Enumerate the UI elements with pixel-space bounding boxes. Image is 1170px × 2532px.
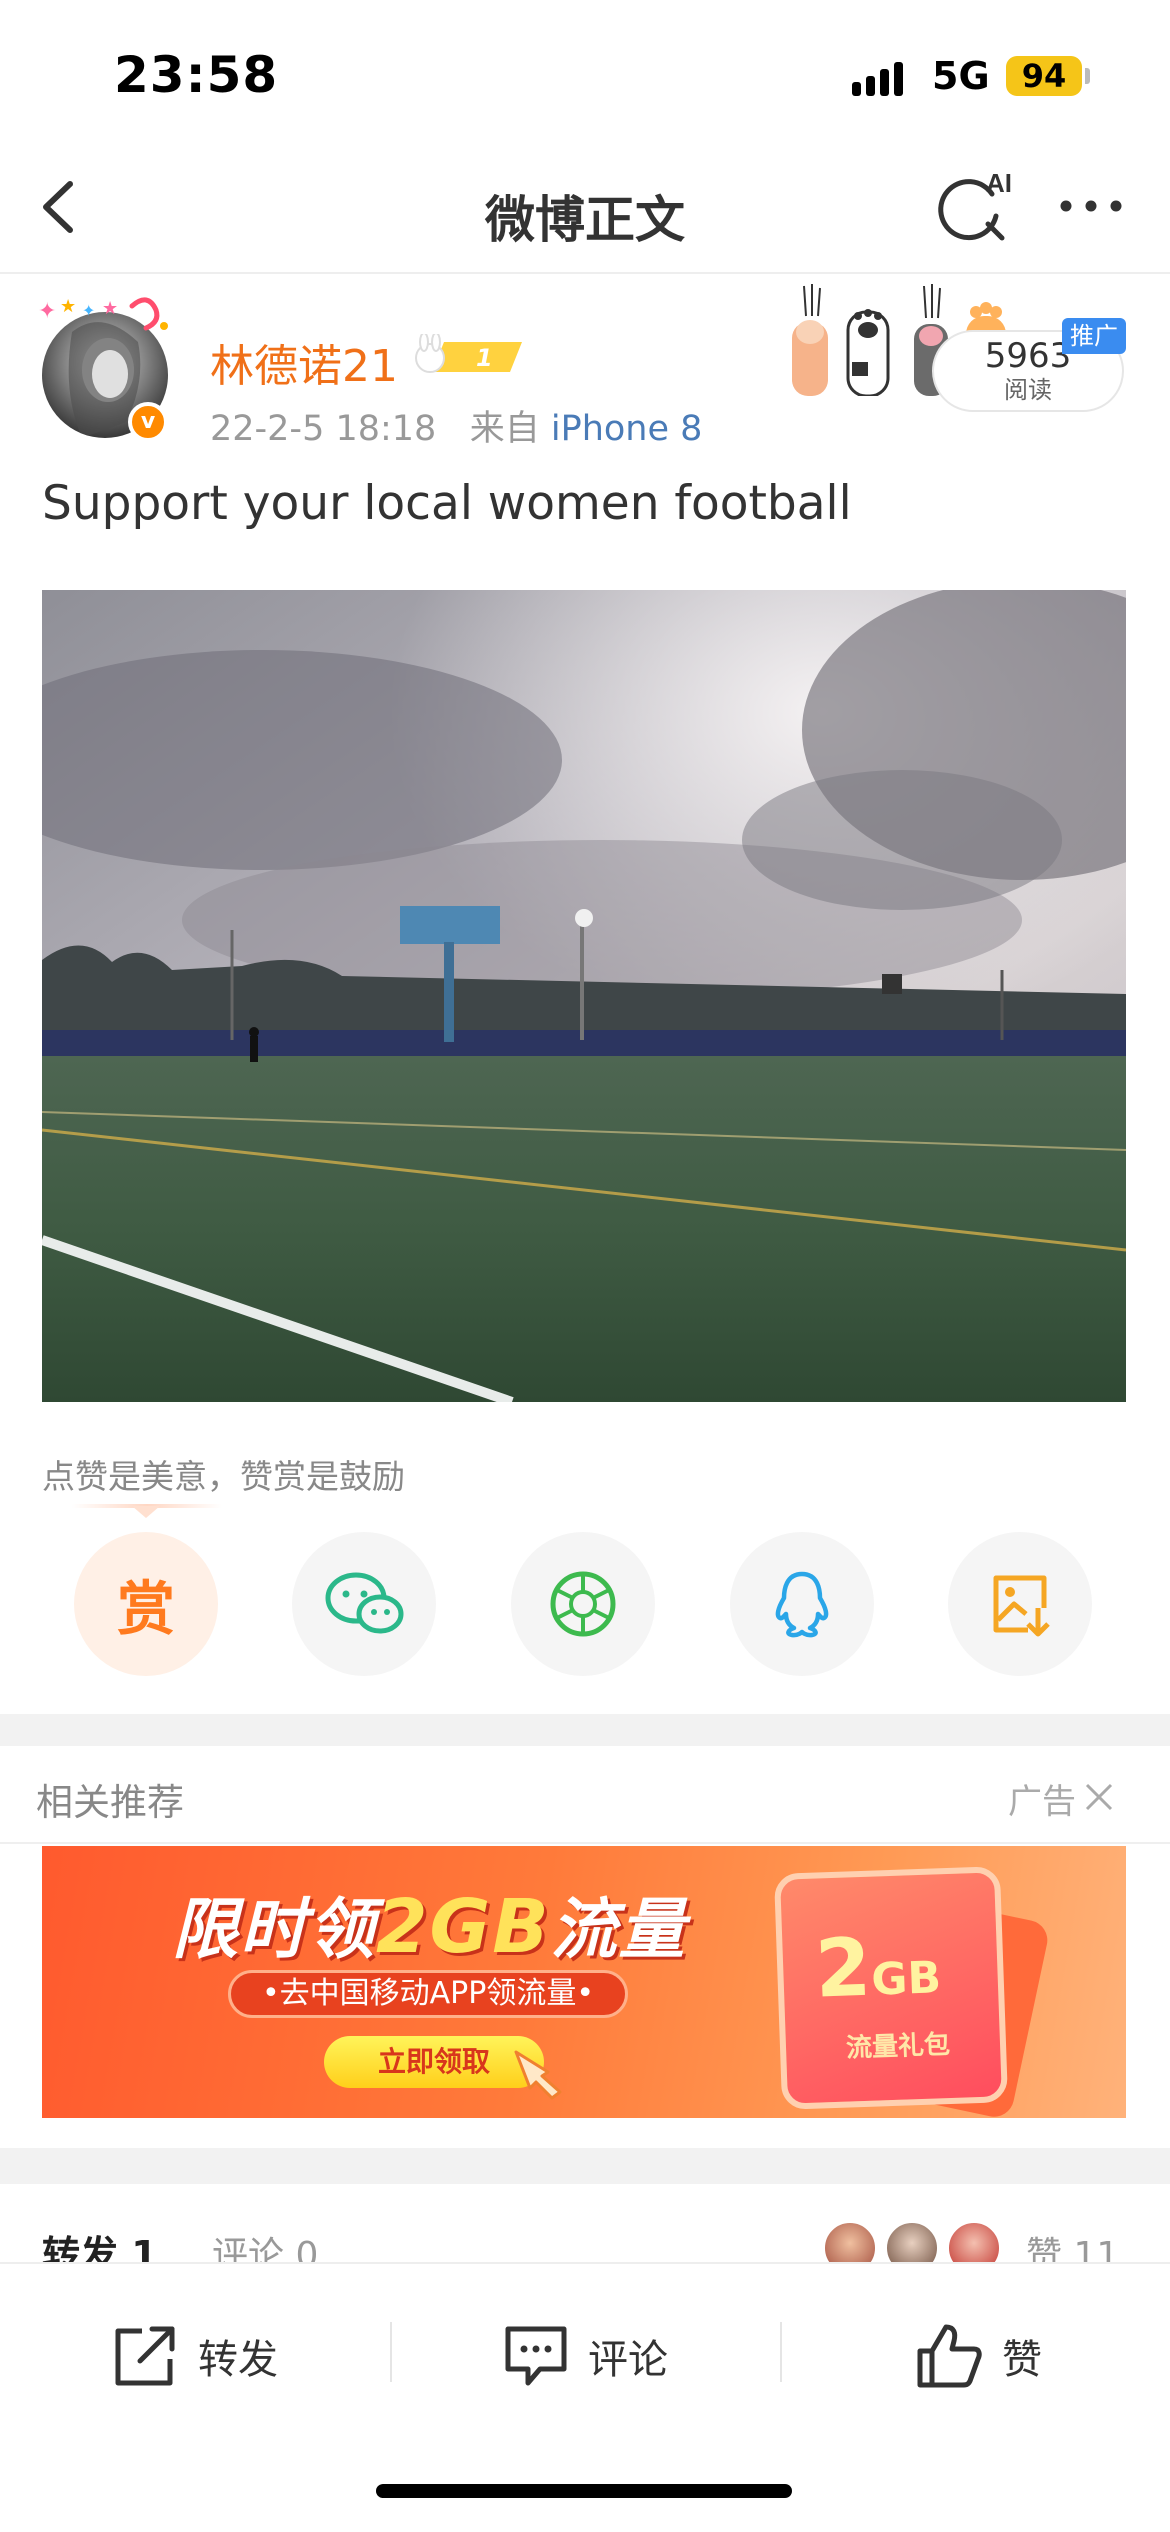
ai-search-icon: AI xyxy=(938,168,1012,241)
post-source-device[interactable]: iPhone 8 xyxy=(551,409,703,449)
post-source-prefix: 来自 xyxy=(469,409,540,449)
ai-label: AI xyxy=(986,168,1012,198)
related-divider xyxy=(0,1842,1170,1844)
moments-icon xyxy=(550,1571,616,1637)
ad-headline-pre: 限时领 xyxy=(172,1891,376,1968)
status-bar: 23:58 5G 94 xyxy=(0,0,1170,150)
more-button[interactable] xyxy=(1056,186,1126,226)
reward-tip: 点赞是美意，赞赏是鼓励 xyxy=(42,1457,405,1496)
wechat-icon xyxy=(325,1572,404,1634)
ad-card-caption: 流量礼包 xyxy=(845,2029,951,2064)
avatar-decoration-icon: ✦ ★ ✦ ★ xyxy=(38,296,168,331)
ad-card-number: 2 xyxy=(813,1920,873,2016)
svg-text:★: ★ xyxy=(102,298,118,319)
save-image-button[interactable] xyxy=(948,1532,1092,1676)
like-label: 赞 xyxy=(1002,2337,1042,2383)
status-time: 23:58 xyxy=(114,46,279,104)
home-indicator[interactable] xyxy=(376,2484,792,2498)
svg-text:✦: ✦ xyxy=(82,301,95,320)
read-label: 阅读 xyxy=(1004,376,1052,404)
post-image[interactable] xyxy=(42,590,1126,1402)
ad-card-big: 2GB xyxy=(813,1918,942,2016)
section-divider xyxy=(0,1714,1170,1746)
comment-label: 评论 xyxy=(588,2337,668,2383)
svg-text:★: ★ xyxy=(60,296,76,317)
section-divider-2 xyxy=(0,2148,1170,2184)
author-name[interactable]: 林德诺21 xyxy=(210,330,398,394)
more-dots-icon xyxy=(1060,200,1122,212)
close-icon[interactable] xyxy=(1082,1780,1116,1814)
nav-bar: 微博正文 AI xyxy=(0,150,1170,274)
separator xyxy=(390,2322,392,2382)
post-text: Support your local women football xyxy=(42,476,852,531)
qq-penguin-icon xyxy=(775,1571,829,1638)
post-meta: 22-2-5 18:18 来自 iPhone 8 xyxy=(210,400,702,451)
ai-search-button[interactable]: AI xyxy=(936,164,1020,248)
svg-text:1: 1 xyxy=(476,344,493,372)
save-image-icon xyxy=(993,1575,1050,1637)
svg-text:✦: ✦ xyxy=(38,299,56,324)
ad-headline-post: 流量 xyxy=(550,1891,687,1968)
repost-button[interactable]: 转发 xyxy=(110,2318,278,2394)
ad-headline-gb: 2GB xyxy=(376,1884,551,1970)
comment-button[interactable]: 评论 xyxy=(502,2318,668,2394)
verified-badge-icon: v xyxy=(128,402,168,442)
ad-card-unit: GB xyxy=(870,1952,942,2006)
ad-headline: 限时领2GB流量 xyxy=(172,1876,687,1972)
member-level-badge-icon: 1 xyxy=(415,334,522,373)
reward-button[interactable]: 赏 xyxy=(74,1532,218,1676)
ad-card: 2GB 流量礼包 xyxy=(773,1866,1009,2110)
ad-subtitle: •去中国移动APP领流量• xyxy=(228,1970,628,2018)
share-wechat-button[interactable] xyxy=(292,1532,436,1676)
share-moments-button[interactable] xyxy=(511,1532,655,1676)
battery-icon: 94 xyxy=(1006,56,1082,96)
post-date: 22-2-5 18:18 xyxy=(210,409,437,449)
network-label: 5G xyxy=(932,54,990,98)
separator xyxy=(780,2322,782,2382)
signal-icon xyxy=(852,58,903,96)
thumbs-up-icon xyxy=(917,2324,982,2388)
comment-icon xyxy=(505,2326,567,2386)
ad-banner[interactable]: 限时领2GB流量 •去中国移动APP领流量• 立即领取 2GB 流量礼包 xyxy=(42,1846,1126,2118)
author-avatar[interactable]: ✦ ★ ✦ ★ v xyxy=(36,292,176,442)
related-title: 相关推荐 xyxy=(36,1781,184,1824)
battery-tip xyxy=(1085,68,1090,84)
repost-label: 转发 xyxy=(198,2337,278,2383)
pointing-hand-icon xyxy=(514,2050,562,2100)
like-button[interactable]: 赞 xyxy=(914,2318,1042,2394)
reward-icon: 赏 xyxy=(116,1575,175,1643)
promo-tag: 推广 xyxy=(1062,318,1126,354)
repost-icon xyxy=(115,2326,175,2386)
share-row: 赏 xyxy=(0,1532,1170,1676)
tip-caret xyxy=(132,1506,160,1518)
share-qq-button[interactable] xyxy=(730,1532,874,1676)
ad-label: 广告 xyxy=(1008,1782,1076,1822)
